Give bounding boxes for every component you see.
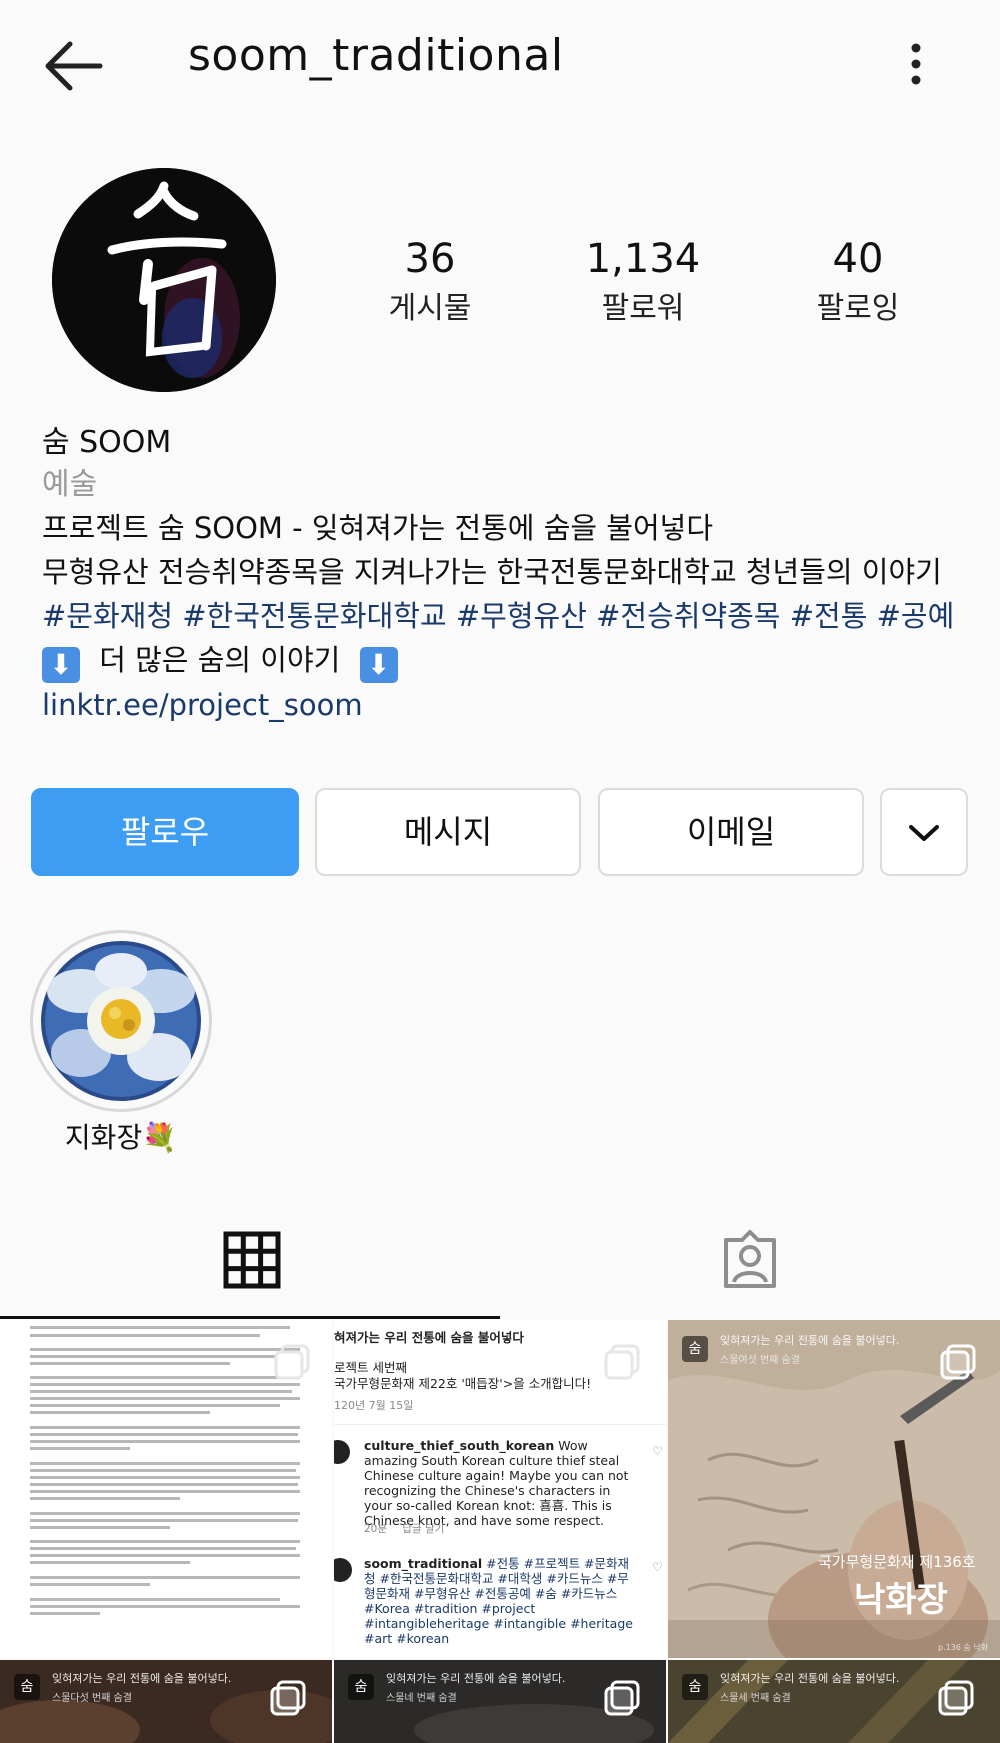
email-button[interactable]: 이메일 (598, 788, 864, 876)
arrow-down-icon: ⬇ (42, 647, 80, 683)
arrow-down-icon: ⬇ (359, 647, 398, 683)
bio-line: 무형유산 전승취약종목을 지켜나가는 한국전통문화대학교 청년들의 이야기 (42, 555, 942, 589)
commenter-avatar (334, 1440, 350, 1464)
stat-value: 36 (404, 236, 456, 282)
post-thumbnail[interactable]: 숨 잊혀져가는 우리 전통에 숨을 불어넣다. 스물다섯 번째 숨결 (0, 1660, 332, 1743)
story-highlight[interactable] (30, 930, 212, 1112)
posts-count: 36 게시물 (330, 232, 530, 332)
soom-logo (52, 168, 276, 392)
multiple-posts-icon (940, 1344, 976, 1380)
post-thumbnail[interactable]: 숨 잊혀져가는 우리 전통에 숨을 불어넣다. 스물네 번째 숨결 (334, 1660, 666, 1743)
post-thumbnail[interactable]: 숨 잊혀져가는 우리 전통에 숨을 불어넣다. 스물세 번째 숨결 (668, 1660, 1000, 1743)
heart-icon: ♡ (652, 1444, 663, 1458)
stat-label: 팔로잉 (816, 291, 900, 326)
heart-icon: ♡ (652, 1560, 663, 1574)
top-bar: soom_traditional (0, 0, 1000, 120)
arrow-left-icon[interactable] (40, 38, 104, 94)
bio-line: 프로젝트 숨 SOOM - 잊혀져가는 전통에 숨을 불어넣다 (42, 511, 713, 545)
post-overlay-subtext: 스물네 번째 숨결 (386, 1693, 457, 1704)
post-big-title: 낙화장 (854, 1580, 948, 1620)
highlight-cover (41, 941, 201, 1101)
stat-value: 1,134 (585, 236, 701, 282)
post-overlay-subtext: 스물다섯 번째 숨결 (52, 1693, 132, 1704)
highlight-label: 지화장💐 (64, 1121, 178, 1154)
post-footnote: p.136 숨 낙화 (938, 1643, 989, 1652)
multiple-posts-icon (270, 1680, 306, 1716)
bio-hashtags[interactable]: #문화재청 #한국전통문화대학교 #무형유산 #전승취약종목 #전통 #공예 (42, 594, 972, 638)
soom-logo: 숨 (348, 1674, 374, 1700)
stat-label: 팔로워 (601, 291, 685, 326)
grid-icon[interactable] (220, 1228, 284, 1292)
post-thumbnail[interactable]: 숨 잊혀져가는 우리 전통에 숨을 불어넣다. 스물여섯 번째 숨결 국가무형문… (668, 1320, 1000, 1658)
bio-link[interactable]: linktr.ee/project_soom (42, 683, 972, 727)
divider (334, 1424, 666, 1425)
multiple-posts-icon (274, 1344, 310, 1380)
post-thumbnail[interactable]: 혀져가는 우리 전통에 숨을 불어넣다 로젝트 세번째 국가무형문화재 제22호… (334, 1320, 666, 1658)
profile-category: 예술 (42, 467, 98, 502)
comment-text: culture_thief_south_korean Wow amazing S… (364, 1438, 634, 1528)
comment-text: soom_traditional #전통 #프로젝트 #문화재청 #한국전통문화… (364, 1556, 634, 1646)
profile-display-name: 숨 SOOM (42, 425, 172, 460)
stat-label: 게시물 (388, 291, 472, 326)
stat-value: 40 (832, 236, 884, 282)
post-overlay-text: 잊혀져가는 우리 전통에 숨을 불어넣다. (386, 1672, 566, 1685)
post-header-text: 혀져가는 우리 전통에 숨을 불어넣다 (334, 1330, 524, 1345)
multiple-posts-icon (604, 1344, 640, 1380)
flower-image (41, 941, 201, 1101)
bio-more-text: 더 많은 숨의 이야기 (99, 643, 341, 677)
soom-logo: 숨 (682, 1336, 708, 1362)
post-overlay-text: 잊혀져가는 우리 전통에 숨을 불어넣다. (720, 1672, 900, 1685)
comment-time: 20분 (364, 1523, 388, 1535)
follow-button[interactable]: 팔로우 (31, 788, 299, 876)
bio-more-line: ⬇ 더 많은 숨의 이야기 ⬇ (42, 638, 972, 683)
profile-bio: 숨 SOOM 예술 프로젝트 숨 SOOM - 잊혀져가는 전통에 숨을 불어넣… (42, 422, 972, 727)
multiple-posts-icon (604, 1680, 640, 1716)
profile-username: soom_traditional (188, 30, 564, 81)
comment-username: culture_thief_south_korean (364, 1438, 555, 1453)
post-date-text: 120년 7월 15일 (334, 1399, 414, 1412)
soom-logo: 숨 (682, 1674, 708, 1700)
tagged-person-icon[interactable] (718, 1228, 782, 1292)
post-thumbnail[interactable] (0, 1320, 332, 1658)
posts-grid: 혀져가는 우리 전통에 숨을 불어넣다 로젝트 세번째 국가무형문화재 제22호… (0, 1320, 1000, 1743)
profile-avatar[interactable] (52, 168, 276, 392)
message-button[interactable]: 메시지 (315, 788, 581, 876)
followers-count[interactable]: 1,134 팔로워 (543, 232, 743, 332)
following-count[interactable]: 40 팔로잉 (758, 232, 958, 332)
post-title: 국가무형문화재 제136호 (818, 1553, 976, 1571)
post-overlay-subtext: 스물세 번째 숨결 (720, 1693, 791, 1704)
active-tab-indicator (0, 1316, 500, 1319)
comment-username: soom_traditional (364, 1556, 483, 1571)
post-overlay-text: 잊혀져가는 우리 전통에 숨을 불어넣다. (52, 1672, 232, 1685)
suggested-dropdown-button[interactable] (880, 788, 968, 876)
comment-meta: 20분 답글 달기 (364, 1522, 484, 1537)
comment-reply: 답글 달기 (402, 1523, 445, 1535)
more-vertical-icon[interactable] (896, 40, 936, 88)
soom-logo: 숨 (14, 1674, 40, 1700)
multiple-posts-icon (938, 1680, 974, 1716)
chevron-down-icon (909, 825, 939, 841)
commenter-avatar (334, 1558, 352, 1582)
